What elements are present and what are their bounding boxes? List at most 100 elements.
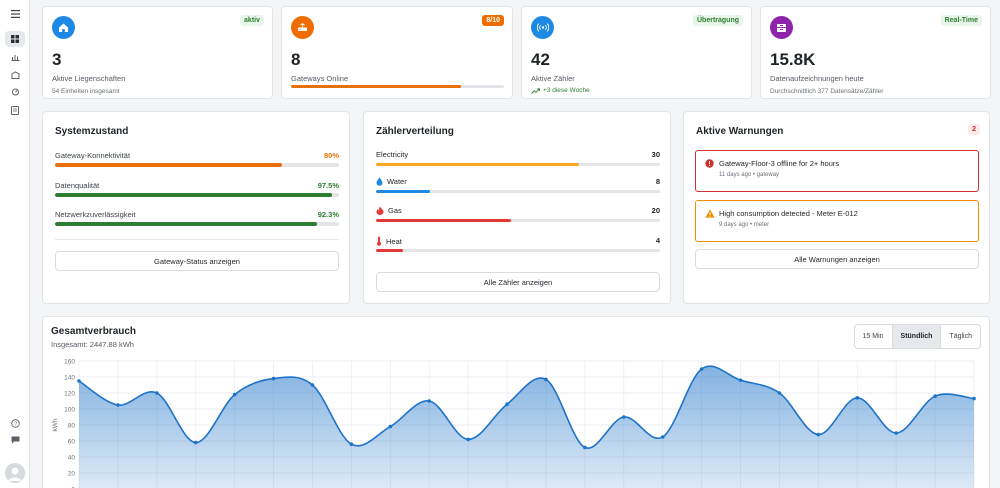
panel-title: Aktive Warnungen <box>696 126 784 137</box>
all-warnings-button[interactable]: Alle Warnungen anzeigen <box>695 249 979 269</box>
metric-label: Gateway-Konnektivität <box>55 151 131 160</box>
data-point[interactable] <box>388 424 393 429</box>
metric-label: Datenqualität <box>55 181 100 190</box>
trend: +3 diese Woche <box>531 87 590 94</box>
analytics-icon[interactable] <box>5 49 25 65</box>
y-tick-label: 20 <box>68 471 76 478</box>
data-point[interactable] <box>77 379 81 383</box>
flame-icon <box>376 206 384 215</box>
gateway-progress-fill <box>291 85 462 88</box>
help-icon[interactable]: ? <box>5 415 25 431</box>
warning-count-badge: 2 <box>968 124 980 135</box>
status-badge: aktiv <box>240 15 264 26</box>
meters-icon[interactable] <box>5 84 25 100</box>
data-point[interactable] <box>855 396 860 400</box>
distribution-label-wrap: Gas <box>376 206 402 215</box>
properties-icon[interactable] <box>5 67 25 83</box>
thermometer-icon <box>377 236 381 246</box>
database-icon <box>770 16 793 39</box>
avatar[interactable] <box>5 463 25 483</box>
reports-icon[interactable] <box>5 102 25 118</box>
distribution-bar-fill <box>376 190 430 193</box>
gateway-status-button[interactable]: Gateway-Status anzeigen <box>55 251 339 271</box>
distribution-bar-fill <box>376 249 403 252</box>
data-point[interactable] <box>583 445 587 450</box>
alert-title: High consumption detected - Meter E-012 <box>719 209 858 218</box>
trend-text: +3 diese Woche <box>543 87 590 94</box>
metric-bar <box>55 222 339 226</box>
divider <box>55 239 339 240</box>
kpi-subtext: Durchschnittlich 377 Datensätze/Zähler <box>770 88 884 95</box>
warning-icon <box>705 209 715 218</box>
data-point[interactable] <box>310 383 315 387</box>
trending-up-icon <box>531 87 540 94</box>
kpi-card-gateways: 8/10 8 Gateways Online <box>281 6 513 99</box>
error-icon <box>705 159 714 168</box>
data-point[interactable] <box>621 415 626 419</box>
dashboard-icon[interactable] <box>5 31 25 47</box>
data-point[interactable] <box>505 402 509 406</box>
data-point[interactable] <box>972 396 976 401</box>
data-point[interactable] <box>155 391 159 395</box>
menu-icon[interactable] <box>5 6 25 22</box>
alert-meta: 11 days ago • gateway <box>719 172 780 178</box>
data-point[interactable] <box>271 376 276 381</box>
alert-item[interactable]: High consumption detected - Meter E-012 … <box>695 200 979 242</box>
gateway-progress-bar <box>291 85 504 88</box>
distribution-bar <box>376 219 660 222</box>
distribution-label: Gas <box>388 206 402 215</box>
distribution-count: 30 <box>651 150 660 159</box>
distribution-label: Heat <box>386 236 402 246</box>
data-point[interactable] <box>544 377 548 382</box>
y-tick-label: 120 <box>64 391 75 398</box>
y-axis-label: kWh <box>52 418 59 431</box>
kpi-value: 8 <box>291 50 301 69</box>
data-point[interactable] <box>232 392 237 397</box>
data-point[interactable] <box>933 394 937 398</box>
metric-bar <box>55 193 339 197</box>
data-point[interactable] <box>738 378 743 382</box>
metric-bar-fill <box>55 193 332 197</box>
data-point[interactable] <box>466 437 470 442</box>
meter-distribution-panel: Zählerverteilung Electricity 30 Water 8 … <box>363 111 671 304</box>
y-tick-label: 160 <box>64 359 75 366</box>
kpi-label: Aktive Zähler <box>531 74 575 83</box>
distribution-label-wrap: Water <box>376 177 407 186</box>
data-point[interactable] <box>427 399 432 403</box>
home-icon <box>52 16 75 39</box>
metric-label: Netzwerkzuverlässigkeit <box>55 210 136 219</box>
data-point[interactable] <box>116 403 120 407</box>
metric-bar <box>55 163 339 167</box>
y-tick-label: 40 <box>68 455 76 462</box>
metric-bar-fill <box>55 163 283 167</box>
kpi-card-meters: Übertragung 42 Aktive Zähler +3 diese Wo… <box>521 6 752 99</box>
data-point[interactable] <box>699 367 704 371</box>
y-tick-label: 80 <box>68 423 76 430</box>
distribution-label-wrap: Electricity <box>376 150 408 159</box>
data-point[interactable] <box>894 431 898 435</box>
data-point[interactable] <box>777 391 782 395</box>
svg-text:?: ? <box>13 421 16 427</box>
data-point[interactable] <box>193 440 198 445</box>
distribution-label: Electricity <box>376 150 409 159</box>
alert-meta: 9 days ago • meter <box>719 222 770 228</box>
metric-value: 92.3% <box>317 210 339 219</box>
y-tick-label: 60 <box>68 439 76 446</box>
data-point[interactable] <box>816 432 821 437</box>
distribution-bar <box>376 190 660 193</box>
metric-value: 80% <box>323 151 339 160</box>
alert-item[interactable]: Gateway-Floor-3 offline for 2+ hours 11 … <box>695 150 979 192</box>
status-badge: Übertragung <box>693 15 743 26</box>
data-point[interactable] <box>660 435 665 439</box>
y-tick-label: 140 <box>64 375 75 382</box>
sidebar: ? <box>0 0 30 488</box>
distribution-bar-fill <box>376 163 579 166</box>
distribution-label: Water <box>387 177 407 186</box>
kpi-label: Aktive Liegenschaften <box>52 74 126 83</box>
data-point[interactable] <box>349 442 354 446</box>
distribution-bar <box>376 249 660 252</box>
distribution-label-wrap: Heat <box>376 236 402 246</box>
all-meters-button[interactable]: Alle Zähler anzeigen <box>376 272 660 292</box>
router-icon <box>291 16 314 39</box>
feedback-icon[interactable] <box>5 432 25 448</box>
